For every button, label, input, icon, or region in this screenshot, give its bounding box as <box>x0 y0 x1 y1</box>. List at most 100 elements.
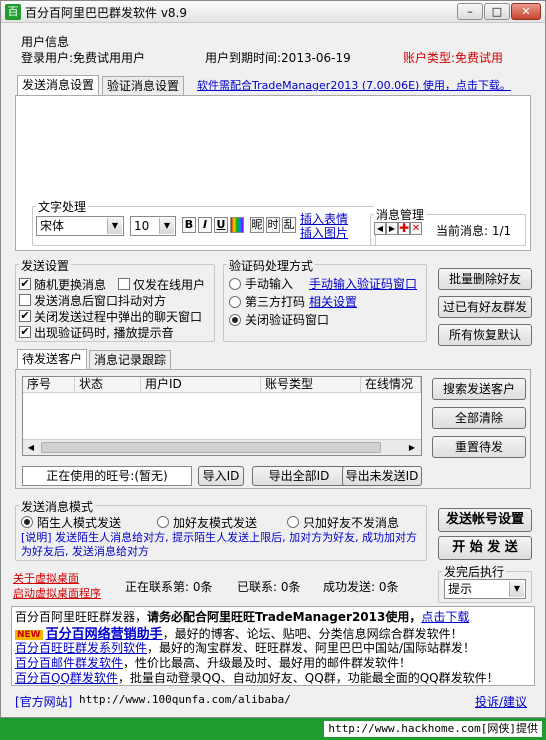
current-id-field: 正在使用的旺号:(暂无) <box>22 466 192 486</box>
ad-line-5: 百分百QQ群发软件，批量自动登录QQ、自动加好友、QQ群，功能最全面的QQ群发软… <box>15 669 499 685</box>
ad-line-3-rest: ，最好的淘宝群发、旺旺群发、阿里巴巴中国站/国际站群发！ <box>147 641 476 655</box>
maximize-button[interactable]: □ <box>484 3 510 20</box>
account-type: 账户类型:免费试用 <box>403 51 504 65</box>
insert-image-link[interactable]: 插入图片 <box>300 224 348 241</box>
close-popup-checkbox[interactable]: ✔ <box>19 310 31 322</box>
ad-line-4: 百分百邮件群发软件，性价比最高、升级最及时、最好用的邮件群发软件！ <box>15 654 411 670</box>
size-select[interactable]: 10 ▼ <box>130 216 176 236</box>
start-send-button[interactable]: 开 始 发 送 <box>438 536 532 560</box>
ad-download-link[interactable]: 点击下载 <box>421 610 469 624</box>
random-switch-checkbox[interactable]: ✔ <box>19 278 31 290</box>
mode-stranger-label: 陌生人模式发送 <box>37 516 122 530</box>
clear-all-button[interactable]: 全部清除 <box>432 407 526 429</box>
stat-success: 成功发送: 0条 <box>323 580 399 594</box>
after-send-label: 发完后执行 <box>442 563 507 580</box>
official-site-label: [官方网站] <box>15 695 73 709</box>
search-customers-button[interactable]: 搜索发送客户 <box>432 378 526 400</box>
random-switch-label: 随机更换消息 <box>34 278 107 292</box>
mode-add-only-radio[interactable] <box>287 516 299 528</box>
captcha-close-radio[interactable] <box>229 314 241 326</box>
feedback-link[interactable]: 投诉/建议 <box>475 693 527 710</box>
expire-date: 用户到期时间:2013-06-19 <box>205 51 351 65</box>
chevron-down-icon: ▼ <box>107 218 122 234</box>
ad-email-link[interactable]: 百分百邮件群发软件 <box>15 656 123 670</box>
tab-pending-customers[interactable]: 待发送客户 <box>17 349 88 370</box>
nickname-button[interactable]: 昵 <box>250 217 264 233</box>
scroll-right-icon[interactable]: ▶ <box>405 441 419 454</box>
color-picker-icon[interactable] <box>230 217 244 233</box>
captcha-third-link[interactable]: 相关设置 <box>309 293 357 310</box>
size-value: 10 <box>134 219 150 233</box>
captcha-third-radio[interactable] <box>229 296 241 308</box>
restore-default-button[interactable]: 所有恢复默认 <box>438 324 532 346</box>
shake-checkbox[interactable] <box>19 294 31 306</box>
download-notice-link[interactable]: 软件需配合TradeManager2013 (7.00.06E) 使用，点击下载… <box>197 77 511 93</box>
tab-verify-settings[interactable]: 验证消息设置 <box>102 76 185 96</box>
mode-add-only-label: 只加好友不发消息 <box>303 516 400 530</box>
close-button[interactable]: ✕ <box>511 3 541 20</box>
minimize-button[interactable]: – <box>457 3 483 20</box>
scroll-thumb[interactable] <box>41 442 381 453</box>
captcha-manual-label: 手动输入 <box>245 277 294 291</box>
tab-message-log[interactable]: 消息记录跟踪 <box>89 350 172 370</box>
message-editor[interactable] <box>18 98 528 190</box>
underline-button[interactable]: U <box>214 217 228 233</box>
sound-checkbox[interactable]: ✔ <box>19 326 31 338</box>
col-header-index[interactable]: 序号 <box>23 377 75 393</box>
captcha-manual-link[interactable]: 手动输入验证码窗口 <box>309 275 417 292</box>
ad-line-4-rest: ，性价比最高、升级最及时、最好用的邮件群发软件！ <box>123 656 412 670</box>
add-message-icon[interactable]: ✚ <box>398 222 410 235</box>
virtual-desktop-close-link[interactable]: 关于虚拟桌面 <box>13 570 79 586</box>
italic-button[interactable]: I <box>198 217 212 233</box>
online-only-checkbox[interactable] <box>118 278 130 290</box>
mode-add-friend-label: 加好友模式发送 <box>173 516 258 530</box>
text-processing-label: 文字处理 <box>36 198 89 215</box>
stat-contacting: 正在联系第: 0条 <box>125 580 213 594</box>
chevron-down-icon: ▼ <box>159 218 174 234</box>
ad-wangwang-link[interactable]: 百分百旺旺群发系列软件 <box>15 641 147 655</box>
font-select[interactable]: 宋体 ▼ <box>36 216 124 236</box>
tab-send-settings[interactable]: 发送消息设置 <box>17 75 100 96</box>
captcha-manual-radio[interactable] <box>229 278 241 290</box>
sound-label: 出现验证码时, 播放提示音 <box>34 326 174 340</box>
send-settings-label: 发送设置 <box>19 257 72 274</box>
export-unsent-id-button[interactable]: 导出未发送ID <box>342 466 422 486</box>
customer-table[interactable]: 序号 状态 用户ID 账号类型 在线情况 ◀ ▶ <box>22 376 422 456</box>
captcha-label: 验证码处理方式 <box>227 257 316 274</box>
mode-add-friend-radio[interactable] <box>157 516 169 528</box>
ad-line-1: 百分百阿里旺旺群发器，请务必配合阿里旺旺TradeManager2013使用，点… <box>15 608 469 624</box>
batch-delete-friends-button[interactable]: 批量删除好友 <box>438 268 532 290</box>
scroll-left-icon[interactable]: ◀ <box>24 441 38 454</box>
title-bar[interactable]: 百 百分百阿里巴巴群发软件 v8.9 – □ ✕ <box>1 1 545 23</box>
login-user: 登录用户:免费试用用户 <box>21 51 146 65</box>
shake-label: 发送消息后窗口抖动对方 <box>34 294 167 308</box>
account-settings-button[interactable]: 发送帐号设置 <box>438 508 532 532</box>
official-site-url[interactable]: http://www.100qunfa.com/alibaba/ <box>79 693 291 706</box>
random-button[interactable]: 乱 <box>282 217 296 233</box>
mode-stranger-radio[interactable] <box>21 516 33 528</box>
prev-message-icon[interactable]: ◀ <box>374 222 386 235</box>
close-popup-label: 关闭发送过程中弹出的聊天窗口 <box>34 310 203 324</box>
horizontal-scrollbar[interactable]: ◀ ▶ <box>23 439 421 455</box>
col-header-online[interactable]: 在线情况 <box>361 377 421 393</box>
captcha-third-label: 第三方打码 <box>245 295 306 309</box>
captcha-close-label: 关闭验证码窗口 <box>245 313 330 327</box>
bold-button[interactable]: B <box>182 217 196 233</box>
next-message-icon[interactable]: ▶ <box>386 222 398 235</box>
virtual-desktop-start-link[interactable]: 启动虚拟桌面程序 <box>13 585 101 601</box>
import-id-button[interactable]: 导入ID <box>198 466 244 486</box>
ad-qq-link[interactable]: 百分百QQ群发软件 <box>15 671 118 685</box>
reset-pending-button[interactable]: 重置待发 <box>432 436 526 458</box>
ad-line-2: NEW 百分百网络营销助手，最好的博客、论坛、贴吧、分类信息网综合群发软件！ <box>15 623 463 642</box>
export-all-id-button[interactable]: 导出全部ID <box>252 466 346 486</box>
col-header-status[interactable]: 状态 <box>75 377 141 393</box>
send-mode-description: [说明] 发送陌生人消息给对方, 提示陌生人发送上限后, 加对方为好友, 成功加… <box>21 531 418 558</box>
time-button[interactable]: 时 <box>266 217 280 233</box>
after-send-select[interactable]: 提示 ▼ <box>444 579 526 599</box>
ad-line-3: 百分百旺旺群发系列软件，最好的淘宝群发、旺旺群发、阿里巴巴中国站/国际站群发！ <box>15 639 475 655</box>
filter-friends-button[interactable]: 过已有好友群发 <box>438 296 532 318</box>
after-send-value: 提示 <box>448 582 473 596</box>
col-header-user-id[interactable]: 用户ID <box>141 377 261 393</box>
col-header-account-type[interactable]: 账号类型 <box>261 377 361 393</box>
delete-message-icon[interactable]: ✕ <box>410 222 422 235</box>
